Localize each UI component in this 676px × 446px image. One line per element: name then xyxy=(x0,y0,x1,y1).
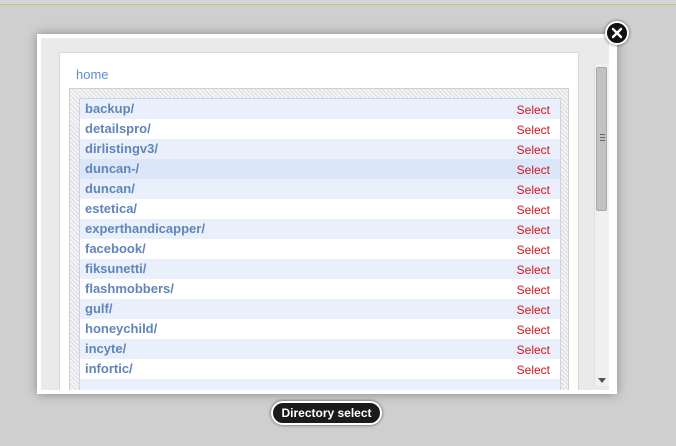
list-item: honeychild/Select xyxy=(80,319,560,339)
select-link[interactable]: Select xyxy=(517,123,550,137)
select-link[interactable]: Select xyxy=(517,363,550,377)
directory-name-link[interactable]: flashmobbers/ xyxy=(85,281,174,296)
close-button[interactable] xyxy=(605,21,629,45)
select-link[interactable]: Select xyxy=(517,203,550,217)
list-item: duncan-/ Select xyxy=(80,159,560,179)
grip-line xyxy=(600,140,605,141)
directory-name-link[interactable]: detailspro/ xyxy=(85,121,151,136)
directory-name-link[interactable]: duncan/ xyxy=(85,181,135,196)
select-link[interactable]: Select xyxy=(517,143,550,157)
close-icon xyxy=(611,27,623,39)
modal-scrollbar[interactable] xyxy=(594,64,609,386)
dialog-caption: Directory select xyxy=(271,401,382,425)
list-item: flashmobbers/Select xyxy=(80,279,560,299)
select-link[interactable]: Select xyxy=(517,323,550,337)
select-link[interactable]: Select xyxy=(517,343,550,357)
scrollbar-thumb[interactable] xyxy=(596,67,607,211)
directory-name-link[interactable]: duncan-/ xyxy=(85,161,139,176)
list-item: estetica/Select xyxy=(80,199,560,219)
select-link[interactable]: Select xyxy=(517,303,550,317)
grip-line xyxy=(600,137,605,138)
list-item: incyte/Select xyxy=(80,339,560,359)
scroll-down-arrow-icon[interactable] xyxy=(598,378,606,383)
select-link[interactable]: Select xyxy=(517,103,550,117)
modal-content: home backup/Select detailspro/Select dirli… xyxy=(41,38,609,390)
list-item: duncan/Select xyxy=(80,179,560,199)
select-link[interactable]: Select xyxy=(517,243,550,257)
directory-name-link[interactable]: infortic/ xyxy=(85,361,133,376)
directory-listbox: backup/Select detailspro/Select dirlisting… xyxy=(69,88,569,390)
grip-line xyxy=(600,134,605,135)
select-link[interactable]: Select xyxy=(517,163,550,177)
list-item: backup/Select xyxy=(80,99,560,119)
breadcrumb-home-link[interactable]: home xyxy=(76,67,109,82)
directory-name-link[interactable]: dirlistingv3/ xyxy=(85,141,158,156)
directory-select-modal: home backup/Select detailspro/Select dirli… xyxy=(37,34,617,394)
directory-name-link[interactable]: facebook/ xyxy=(85,241,146,256)
list-item: experthandicapper/Select xyxy=(80,219,560,239)
list-item: gulf/Select xyxy=(80,299,560,319)
list-item: detailspro/Select xyxy=(80,119,560,139)
directory-name-link[interactable]: gulf/ xyxy=(85,301,112,316)
select-link[interactable]: Select xyxy=(517,263,550,277)
list-item: infortic/Select xyxy=(80,359,560,379)
directory-name-link[interactable]: fiksunetti/ xyxy=(85,261,146,276)
select-link[interactable]: Select xyxy=(517,283,550,297)
select-link[interactable]: Select xyxy=(517,183,550,197)
directory-name-link[interactable]: backup/ xyxy=(85,101,134,116)
list-item: facebook/Select xyxy=(80,239,560,259)
page-top-divider xyxy=(0,4,676,5)
list-item: dirlistingv3/Select xyxy=(80,139,560,159)
select-link[interactable]: Select xyxy=(517,223,550,237)
directory-name-link[interactable]: incyte/ xyxy=(85,341,126,356)
directory-name-link[interactable]: estetica/ xyxy=(85,201,137,216)
directory-list: backup/Select detailspro/Select dirlisting… xyxy=(79,98,561,390)
directory-name-link[interactable]: honeychild/ xyxy=(85,321,157,336)
directory-name-link[interactable]: experthandicapper/ xyxy=(85,221,205,236)
list-item xyxy=(80,379,560,390)
list-item: fiksunetti/Select xyxy=(80,259,560,279)
browser-panel: home backup/Select detailspro/Select dirli… xyxy=(59,52,579,390)
